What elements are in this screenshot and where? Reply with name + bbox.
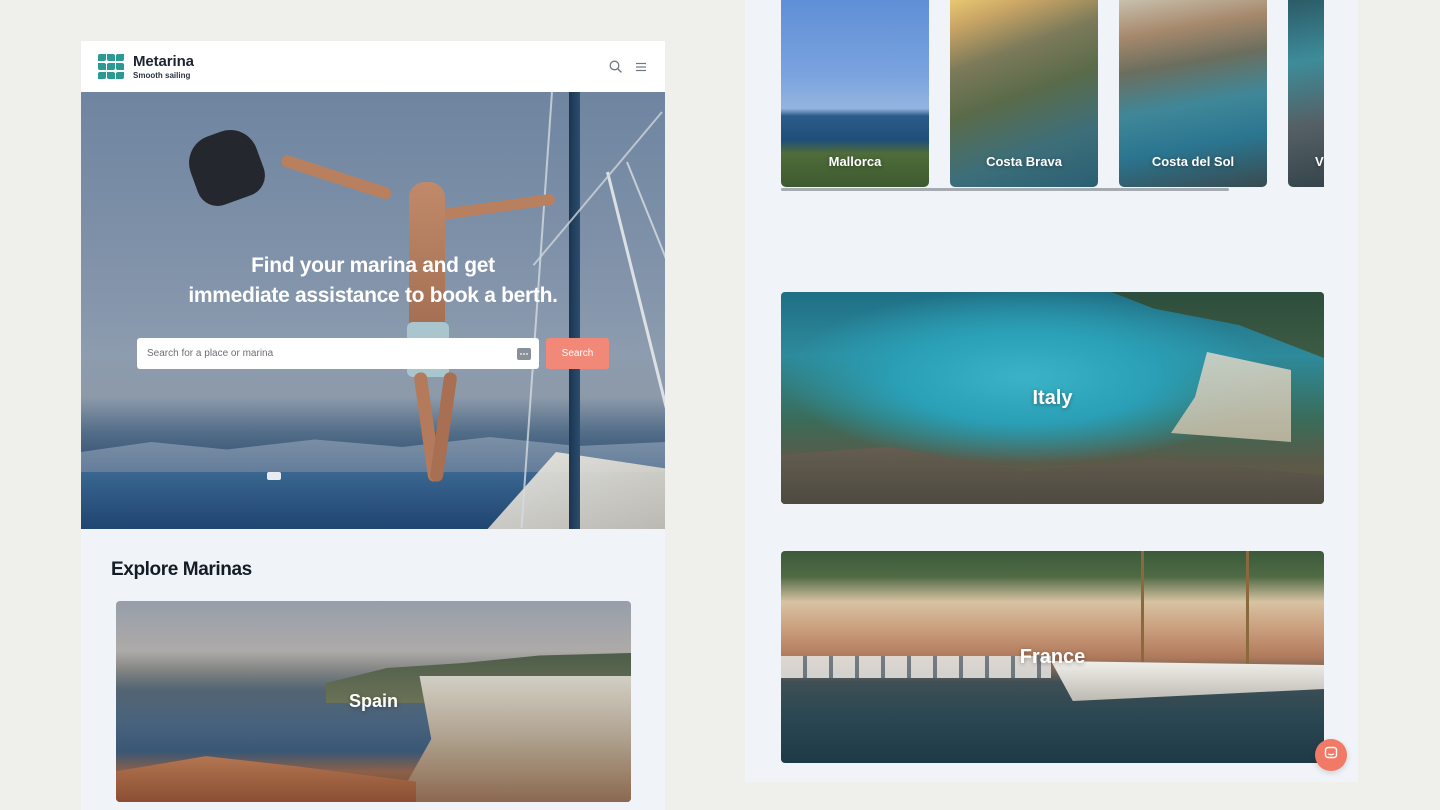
brand[interactable]: Metarina Smooth sailing: [133, 54, 194, 80]
region-label: Costa del Sol: [1151, 154, 1235, 169]
region-card-mallorca[interactable]: Mallorca: [781, 0, 929, 187]
country-label: Italy: [1032, 386, 1073, 409]
region-card-partial[interactable]: V: [1288, 0, 1324, 187]
country-label: France: [1019, 645, 1086, 668]
country-card-spain[interactable]: Spain: [116, 601, 631, 802]
brand-name: Metarina: [133, 52, 194, 70]
region-card-costa-brava[interactable]: Costa Brava: [950, 0, 1098, 187]
region-card-costa-del-sol[interactable]: Costa del Sol: [1119, 0, 1267, 187]
country-card-france[interactable]: France: [781, 551, 1324, 763]
country-label: Spain: [348, 691, 398, 711]
keyboard-icon[interactable]: [517, 347, 531, 360]
hero-title: Find your marina and get immediate assis…: [188, 254, 558, 307]
mobile-home-panel: Metarina Smooth sailing Find your marina…: [81, 41, 665, 810]
search-input[interactable]: [147, 348, 517, 359]
search-icon[interactable]: [609, 60, 622, 73]
region-label: Mallorca: [828, 154, 882, 169]
mobile-scroll-panel: Mallorca Costa Brava Costa del Sol V Ita…: [745, 0, 1358, 782]
carousel-scrollbar[interactable]: [781, 188, 1229, 191]
region-carousel[interactable]: Mallorca Costa Brava Costa del Sol V: [781, 0, 1324, 187]
region-label: V: [1315, 154, 1324, 169]
chat-button[interactable]: [1315, 739, 1347, 771]
region-label: Costa Brava: [986, 154, 1062, 169]
country-card-italy[interactable]: Italy: [781, 292, 1324, 504]
header-bar: Metarina Smooth sailing: [81, 41, 665, 92]
brand-tagline: Smooth sailing: [133, 70, 191, 80]
search-field[interactable]: [137, 338, 539, 369]
search-button[interactable]: Search: [546, 338, 609, 369]
explore-title: Explore Marinas: [111, 559, 252, 580]
chat-icon: [1324, 746, 1338, 765]
menu-icon[interactable]: [634, 60, 647, 73]
logo-icon[interactable]: [98, 53, 124, 80]
hero-section: Find your marina and get immediate assis…: [81, 92, 665, 529]
